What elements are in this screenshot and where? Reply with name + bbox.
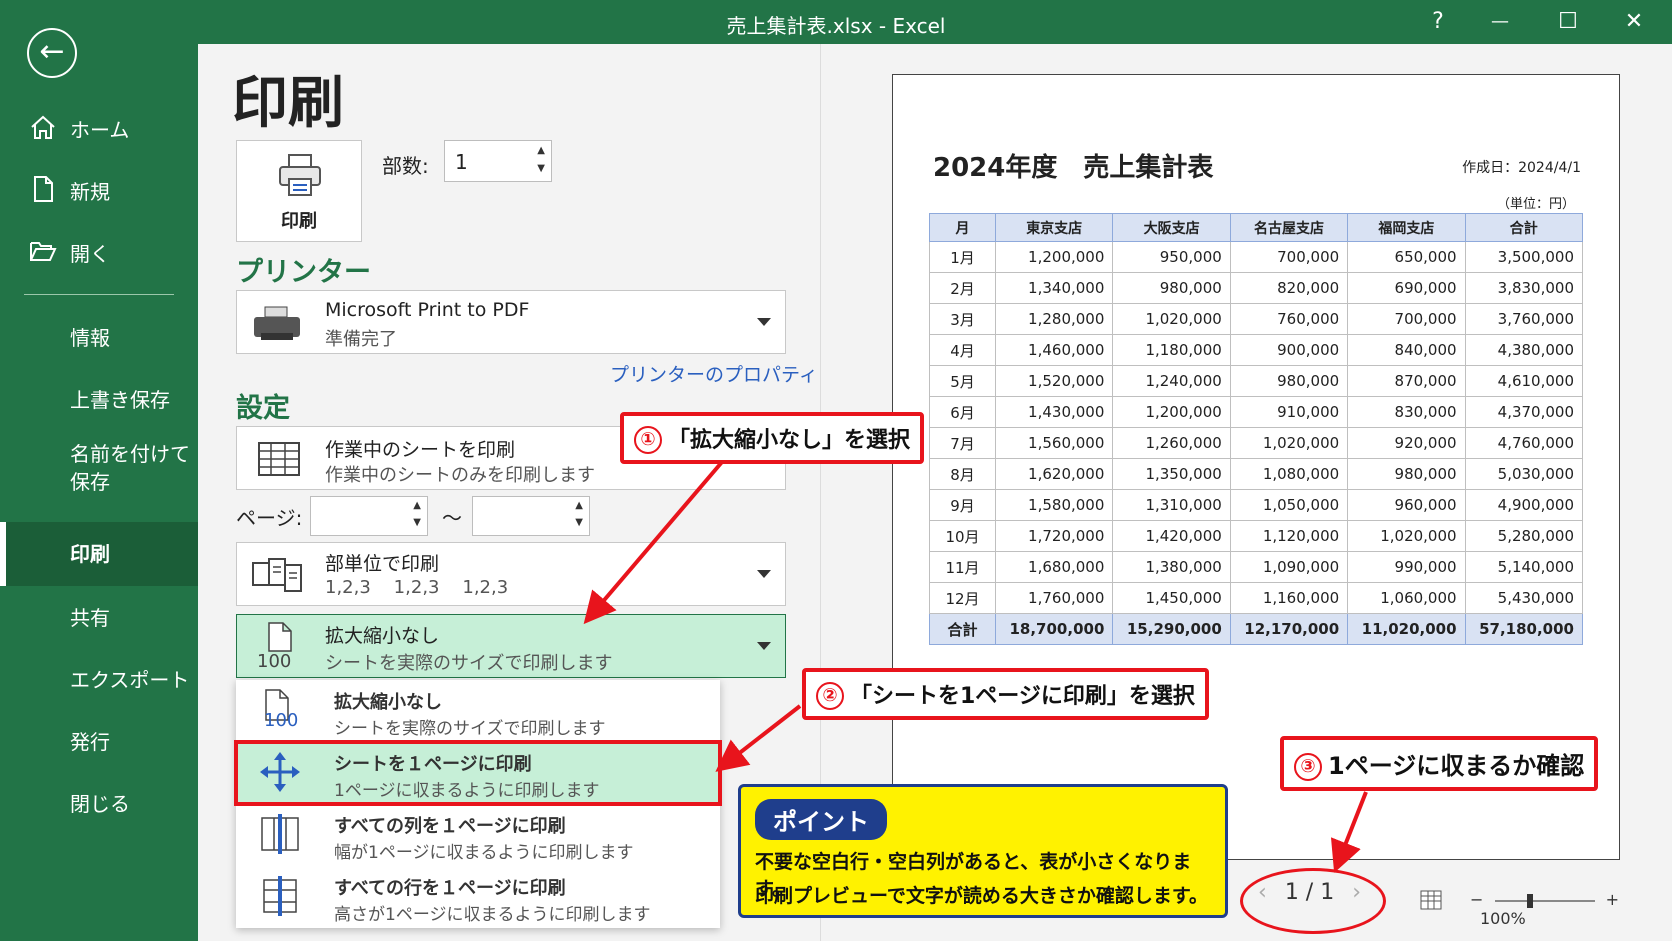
page-indicator: 1 / 1 (1284, 880, 1335, 905)
zoom-value: 100% (1480, 909, 1526, 928)
point-tag: ポイント (755, 799, 887, 840)
zoom-slider[interactable] (1494, 893, 1595, 908)
callout-1: ① 「拡大縮小なし」を選択 (620, 412, 925, 464)
callout-3-number: ③ (1294, 753, 1322, 781)
callout-2-text: 「シートを1ページに印刷」を選択 (850, 684, 1195, 709)
callout-3: ③ 1ページに収まるか確認 (1280, 736, 1599, 791)
callout-1-text: 「拡大縮小なし」を選択 (668, 428, 911, 453)
prev-page-button[interactable]: ‹ (1258, 880, 1267, 905)
point-note-box: ポイント 不要な空白行・空白列があると、表が小さくなります。 印刷プレビューで文… (738, 784, 1228, 918)
show-margins-icon[interactable] (1420, 890, 1442, 910)
callout-2-number: ② (816, 682, 844, 710)
next-page-button[interactable]: › (1352, 880, 1361, 905)
zoom-control: − + 100% (1470, 890, 1672, 928)
callout-3-text: 1ページに収まるか確認 (1328, 752, 1585, 780)
zoom-out-button[interactable]: − (1470, 890, 1483, 909)
zoom-in-button[interactable]: + (1606, 890, 1619, 909)
callout-1-number: ① (634, 426, 662, 454)
callout-2: ② 「シートを1ページに印刷」を選択 (802, 668, 1209, 720)
zoom-slider-thumb[interactable] (1526, 893, 1533, 908)
page-navigator: ‹ 1 / 1 › (1240, 880, 1379, 905)
point-line-2: 印刷プレビューで文字が読める大きさか確認します。 (755, 885, 1208, 907)
